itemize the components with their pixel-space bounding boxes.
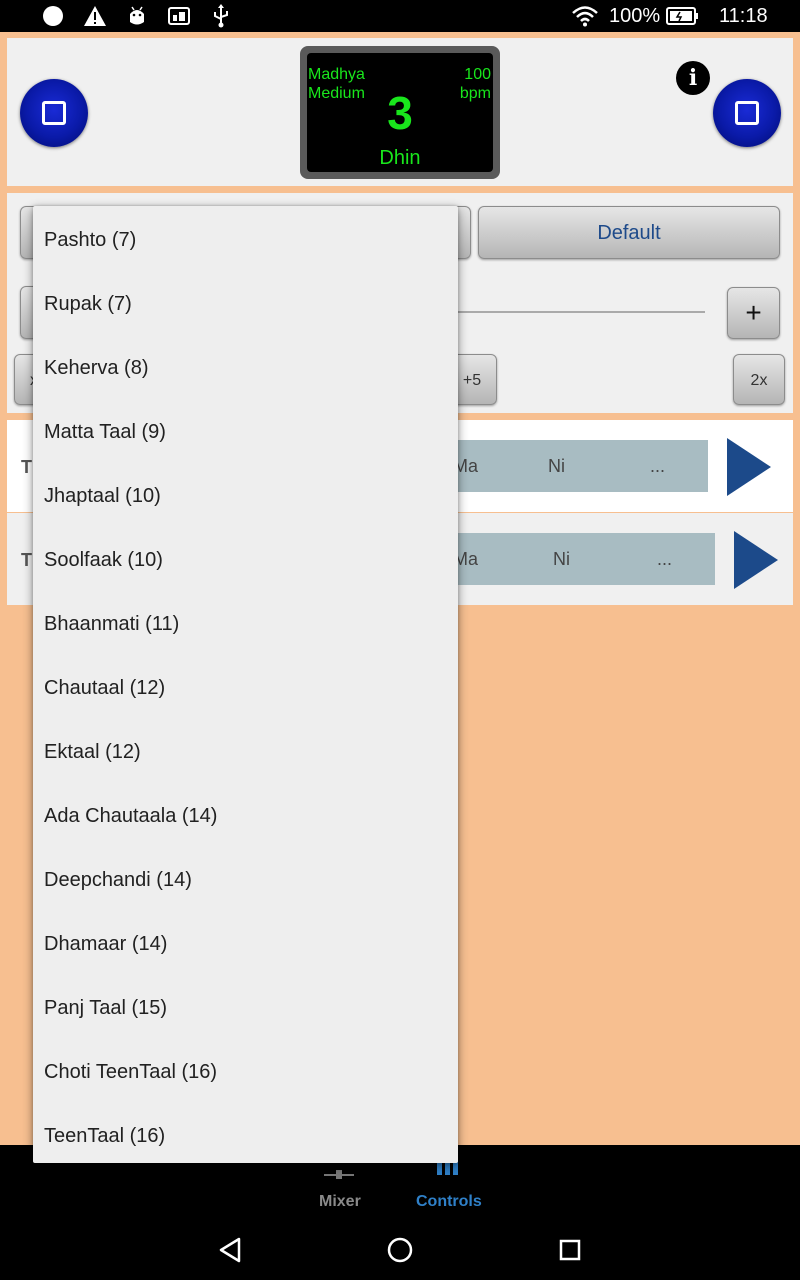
dropdown-item[interactable]: Bhaanmati (11): [33, 592, 458, 656]
tab-mixer[interactable]: Mixer: [319, 1193, 361, 1211]
info-icon[interactable]: i: [676, 61, 710, 95]
back-icon[interactable]: [214, 1234, 246, 1266]
display-screen: Madhya Medium 100 bpm 3 Dhin: [307, 53, 493, 172]
bol-label: Dhin: [379, 147, 421, 169]
dropdown-item[interactable]: TeenTaal (16): [33, 1104, 458, 1163]
laya-label: Madhya: [308, 66, 365, 83]
dropdown-item[interactable]: Ektaal (12): [33, 720, 458, 784]
warning-icon: [82, 4, 108, 28]
row-label: T: [21, 550, 32, 570]
tempo-plus-button[interactable]: +: [727, 287, 780, 339]
dropdown-item[interactable]: Jhaptaal (10): [33, 464, 458, 528]
swar-strip[interactable]: Ma Ni ...: [427, 533, 715, 585]
dropdown-item[interactable]: Chautaal (12): [33, 656, 458, 720]
stop-icon: [735, 101, 759, 125]
taal-dropdown-list: Pashto (7) Rupak (7) Keherva (8) Matta T…: [33, 206, 458, 1163]
stop-button-left[interactable]: [20, 79, 88, 147]
default-button[interactable]: Default: [478, 206, 780, 259]
dropdown-item[interactable]: Soolfaak (10): [33, 528, 458, 592]
battery-percent: 100%: [609, 5, 661, 27]
tab-controls[interactable]: Controls: [416, 1193, 482, 1211]
tempo-value: 100: [464, 66, 491, 83]
swar-label: ...: [650, 456, 666, 476]
row-label: T: [21, 457, 32, 477]
dropdown-item[interactable]: Dhamaar (14): [33, 912, 458, 976]
dropdown-item[interactable]: Deepchandi (14): [33, 848, 458, 912]
beat-number: 3: [387, 87, 413, 139]
system-nav-bar: [0, 1220, 800, 1280]
home-icon[interactable]: [384, 1234, 416, 1266]
swar-label: Ni: [548, 456, 565, 476]
beat-display: Madhya Medium 100 bpm 3 Dhin: [300, 46, 500, 179]
wifi-icon: [571, 4, 599, 28]
play-button[interactable]: [734, 531, 778, 589]
dropdown-item[interactable]: Keherva (8): [33, 336, 458, 400]
dropdown-item[interactable]: Rupak (7): [33, 272, 458, 336]
usb-icon: [210, 4, 232, 28]
swar-label: ...: [657, 549, 673, 569]
battery-icon: [666, 4, 700, 28]
dropdown-item[interactable]: Pashto (7): [33, 208, 458, 272]
recents-icon[interactable]: [554, 1234, 586, 1266]
player-panel: Madhya Medium 100 bpm 3 Dhin i: [7, 38, 793, 186]
notification-dot-icon: [40, 4, 66, 28]
android-debug-icon: [126, 4, 148, 28]
cast-icon: [166, 4, 192, 28]
tempo-slider[interactable]: [447, 311, 705, 313]
swar-strip[interactable]: Ma Ni ...: [427, 440, 708, 492]
dropdown-item[interactable]: Ada Chautaala (14): [33, 784, 458, 848]
dropdown-item[interactable]: Panj Taal (15): [33, 976, 458, 1040]
double-tempo-button[interactable]: 2x: [733, 354, 785, 405]
status-bar: 100% 11:18: [0, 0, 800, 32]
dropdown-item[interactable]: Matta Taal (9): [33, 400, 458, 464]
stop-button-right[interactable]: [713, 79, 781, 147]
clock: 11:18: [719, 5, 768, 27]
swar-label: Ni: [553, 549, 570, 569]
stop-icon: [42, 101, 66, 125]
dropdown-item[interactable]: Choti TeenTaal (16): [33, 1040, 458, 1104]
play-button[interactable]: [727, 438, 771, 496]
